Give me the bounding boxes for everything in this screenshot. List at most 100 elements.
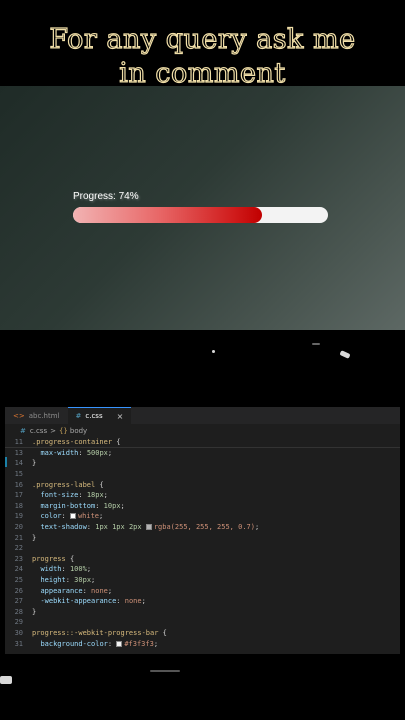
code-token: ;	[107, 448, 113, 457]
line-number: 18	[14, 501, 23, 510]
code-line[interactable]: 24 width: 100%;	[5, 564, 400, 575]
code-token: text-shadow	[40, 523, 87, 532]
tab-abc-html[interactable]: <> abc.html	[5, 407, 68, 424]
code-token: margin-bottom	[40, 501, 96, 510]
code-line[interactable]: 17 font-size: 18px;	[5, 490, 400, 501]
close-icon[interactable]: ×	[117, 412, 124, 421]
code-line[interactable]: 25 height: 30px;	[5, 575, 400, 586]
line-text: background-color: #f3f3f3;	[32, 640, 158, 648]
line-text: }	[32, 534, 36, 542]
tab-c-css[interactable]: # c.css ×	[67, 407, 132, 424]
code-token: {	[99, 480, 104, 489]
code-line[interactable]: 20 text-shadow: 1px 1px 2px rgba(255, 25…	[5, 522, 400, 533]
code-token: 18px	[86, 491, 104, 500]
line-number: 30	[14, 628, 23, 637]
code-area[interactable]: 11 .progress-container {13 max-width: 500…	[5, 437, 400, 649]
line-number: 19	[14, 512, 23, 521]
code-token: #f3f3f3	[124, 639, 154, 648]
code-token: ;	[86, 565, 92, 574]
code-line[interactable]: 19 color: white;	[5, 511, 400, 522]
code-token: .progress-label	[32, 480, 100, 489]
code-token: ;	[141, 597, 146, 606]
line-number: 27	[14, 597, 23, 606]
code-line[interactable]: 14}	[5, 458, 400, 469]
line-text: font-size: 18px;	[32, 491, 107, 500]
code-token: appearance	[40, 586, 83, 595]
code-token: max-width	[40, 448, 79, 457]
code-line[interactable]: 23 progress {	[5, 554, 400, 565]
code-token: :	[95, 501, 104, 510]
code-token: :	[61, 512, 70, 521]
code-token: ;	[254, 523, 260, 532]
line-number: 29	[14, 618, 23, 627]
dust-speck	[212, 350, 215, 353]
dust-speck	[0, 676, 12, 684]
code-token: :	[86, 523, 96, 532]
code-line[interactable]: 16 .progress-label {	[5, 479, 400, 490]
line-number: 20	[14, 523, 23, 532]
code-token: {	[116, 437, 121, 446]
browser-preview: Progress: 74%	[0, 86, 405, 330]
code-line[interactable]: 29	[5, 617, 400, 628]
code-editor: <> abc.html # c.css × # c.css > {} body …	[5, 407, 400, 654]
code-line[interactable]: 21}	[5, 532, 400, 543]
line-text: -webkit-appearance: none;	[32, 597, 146, 606]
line-number: 14	[14, 459, 23, 468]
code-token: white	[77, 512, 100, 521]
code-line[interactable]: 11 .progress-container {	[5, 437, 400, 448]
code-token: {	[162, 628, 167, 637]
line-text: .progress-label {	[32, 481, 104, 489]
code-token: :	[78, 448, 87, 457]
line-text: margin-bottom: 10px;	[32, 501, 125, 510]
code-token: progress::-webkit-progress-bar	[32, 628, 163, 637]
breadcrumb: # c.css > {} body	[5, 424, 400, 437]
color-swatch	[69, 513, 76, 520]
breadcrumb-separator: >	[50, 426, 56, 435]
code-line[interactable]: 13 max-width: 500px;	[5, 448, 400, 459]
line-text: }	[32, 608, 36, 616]
code-token: ;	[99, 512, 104, 521]
code-line[interactable]: 18 margin-bottom: 10px;	[5, 501, 400, 512]
code-token: 1px 1px 2px	[95, 523, 146, 532]
code-line[interactable]: 30 progress::-webkit-progress-bar {	[5, 628, 400, 639]
css-icon: #	[75, 412, 82, 420]
code-token: ;	[120, 501, 125, 510]
code-token: ;	[153, 639, 159, 648]
code-token: 500px	[86, 448, 108, 457]
dust-speck	[339, 350, 351, 359]
code-token: :	[61, 565, 70, 574]
line-number: 28	[14, 607, 23, 616]
code-line[interactable]: 31 background-color: #f3f3f3;	[5, 638, 400, 649]
breadcrumb-node[interactable]: body	[70, 427, 87, 435]
line-number: 21	[14, 533, 23, 542]
code-line[interactable]: 28}	[5, 607, 400, 618]
line-number: 25	[14, 576, 23, 585]
line-number: 22	[14, 544, 23, 553]
line-number: 16	[14, 480, 23, 489]
code-token: color	[40, 512, 62, 521]
code-line[interactable]: 27 -webkit-appearance: none;	[5, 596, 400, 607]
line-number: 31	[14, 639, 23, 648]
breadcrumb-file[interactable]: c.css	[30, 427, 47, 435]
code-token: width	[40, 565, 62, 574]
code-token: ;	[107, 586, 113, 595]
line-text: progress {	[32, 555, 74, 563]
code-token: 10px	[103, 501, 121, 510]
line-text: max-width: 500px;	[32, 449, 112, 457]
code-token: {	[69, 554, 75, 563]
code-line[interactable]: 15	[5, 469, 400, 480]
code-token: .progress-container	[32, 437, 117, 446]
code-line[interactable]: 26 appearance: none;	[5, 585, 400, 596]
code-token: -webkit-appearance	[40, 597, 117, 606]
code-token: 100%	[69, 565, 87, 574]
code-line[interactable]: 22	[5, 543, 400, 554]
line-text: }	[32, 459, 36, 467]
color-swatch	[116, 640, 123, 647]
color-swatch	[145, 524, 152, 531]
code-token: :	[78, 491, 87, 500]
code-token: rgba(255, 255, 255, 0.7)	[153, 523, 255, 532]
tab-label: abc.html	[28, 411, 60, 420]
code-token: }	[32, 459, 37, 468]
code-token: ;	[91, 576, 96, 585]
code-token: :	[107, 639, 117, 648]
